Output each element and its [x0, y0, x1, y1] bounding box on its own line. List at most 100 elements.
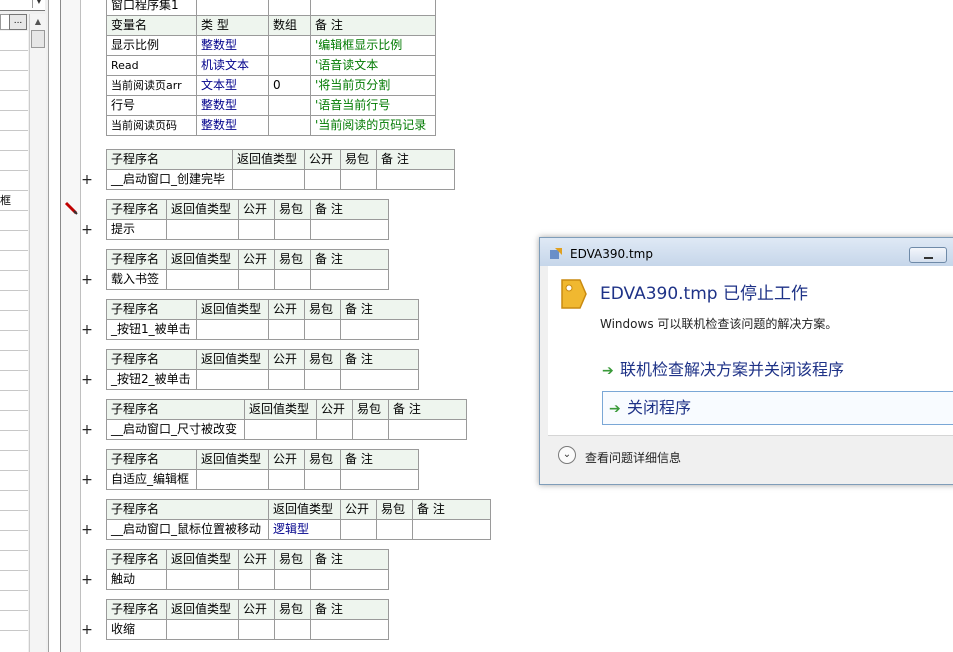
property-row[interactable]: [0, 551, 28, 571]
var-comment[interactable]: '语音读文本: [310, 55, 436, 76]
subroutine-return-type[interactable]: 逻辑型: [268, 519, 341, 540]
property-row[interactable]: [0, 431, 28, 451]
property-row[interactable]: [0, 411, 28, 431]
subroutine-comment[interactable]: [310, 569, 389, 590]
subroutine-easy[interactable]: [274, 569, 311, 590]
minimize-button[interactable]: [909, 247, 947, 263]
property-row[interactable]: [0, 591, 28, 611]
subroutine-name[interactable]: 提示: [106, 219, 167, 240]
subroutine-comment[interactable]: [340, 469, 419, 490]
subroutine-comment[interactable]: [310, 219, 389, 240]
property-row[interactable]: [0, 51, 28, 71]
property-row[interactable]: [0, 451, 28, 471]
var-type[interactable]: 整数型: [196, 95, 269, 116]
table-row[interactable]: __启动窗口_鼠标位置被移动 逻辑型: [106, 519, 491, 540]
subroutine-easy[interactable]: [304, 319, 341, 340]
subroutine-return-type[interactable]: [244, 419, 317, 440]
subroutine-easy[interactable]: [376, 519, 413, 540]
check-online-option[interactable]: ➔ 联机检查解决方案并关闭该程序: [602, 356, 844, 380]
scroll-up-icon[interactable]: ▲: [30, 14, 46, 30]
property-list[interactable]: 框: [0, 31, 28, 652]
subroutine-name[interactable]: 触动: [106, 569, 167, 590]
var-name[interactable]: 当前阅读页arr: [106, 75, 197, 96]
property-row[interactable]: [0, 511, 28, 531]
expand-plus-icon[interactable]: +: [80, 173, 94, 187]
subroutine-public[interactable]: [268, 319, 305, 340]
subroutine-easy[interactable]: [274, 619, 311, 640]
subroutine-easy[interactable]: [274, 219, 311, 240]
subroutine-return-type[interactable]: [232, 169, 305, 190]
var-array[interactable]: [268, 95, 311, 116]
property-row[interactable]: [0, 91, 28, 111]
var-comment[interactable]: '当前阅读的页码记录: [310, 115, 436, 136]
table-row[interactable]: _按钮1_被单击: [106, 319, 419, 340]
subroutine-public[interactable]: [340, 519, 377, 540]
property-row[interactable]: [0, 131, 28, 151]
subroutine-return-type[interactable]: [196, 319, 269, 340]
var-type[interactable]: 整数型: [196, 35, 269, 56]
table-row[interactable]: __启动窗口_尺寸被改变: [106, 419, 467, 440]
subroutine-comment[interactable]: [310, 269, 389, 290]
property-row[interactable]: [0, 371, 28, 391]
property-row[interactable]: [0, 311, 28, 331]
subroutine-public[interactable]: [304, 169, 341, 190]
table-row[interactable]: 行号 整数型 '语音当前行号: [106, 95, 436, 116]
var-array[interactable]: [268, 55, 311, 76]
subroutine-easy[interactable]: [340, 169, 377, 190]
subroutine-return-type[interactable]: [196, 369, 269, 390]
subroutine-return-type[interactable]: [166, 569, 239, 590]
expand-plus-icon[interactable]: +: [80, 523, 94, 537]
subroutine-return-type[interactable]: [166, 219, 239, 240]
chevron-down-icon[interactable]: ⌄: [558, 446, 576, 464]
property-row[interactable]: [0, 531, 28, 551]
var-type[interactable]: 文本型: [196, 75, 269, 96]
subroutine-public[interactable]: [238, 269, 275, 290]
subroutine-comment[interactable]: [376, 169, 455, 190]
property-row[interactable]: [0, 391, 28, 411]
subroutine-name[interactable]: 载入书签: [106, 269, 167, 290]
chevron-down-icon[interactable]: ▼: [32, 0, 45, 8]
subroutine-public[interactable]: [238, 219, 275, 240]
subroutine-easy[interactable]: [352, 419, 389, 440]
subroutine-easy[interactable]: [274, 269, 311, 290]
table-row[interactable]: 触动: [106, 569, 389, 590]
property-row[interactable]: [0, 291, 28, 311]
expand-plus-icon[interactable]: +: [80, 473, 94, 487]
expand-plus-icon[interactable]: +: [80, 373, 94, 387]
subroutine-public[interactable]: [268, 369, 305, 390]
subroutine-easy[interactable]: [304, 469, 341, 490]
subroutine-name[interactable]: _按钮1_被单击: [106, 319, 197, 340]
subroutine-name[interactable]: __启动窗口_鼠标位置被移动: [106, 519, 269, 540]
subroutine-return-type[interactable]: [196, 469, 269, 490]
table-row[interactable]: 提示: [106, 219, 389, 240]
subroutine-comment[interactable]: [388, 419, 467, 440]
expand-plus-icon[interactable]: +: [80, 223, 94, 237]
subroutine-comment[interactable]: [340, 319, 419, 340]
property-combo[interactable]: ▼: [0, 0, 45, 11]
var-comment[interactable]: '编辑框显示比例: [310, 35, 436, 56]
expand-plus-icon[interactable]: +: [80, 273, 94, 287]
subroutine-name[interactable]: _按钮2_被单击: [106, 369, 197, 390]
close-program-option[interactable]: ➔ 关闭程序: [602, 391, 953, 425]
property-row[interactable]: [0, 171, 28, 191]
property-row[interactable]: [0, 71, 28, 91]
property-row[interactable]: [0, 611, 28, 631]
table-row[interactable]: _按钮2_被单击: [106, 369, 419, 390]
property-row[interactable]: [0, 111, 28, 131]
expand-plus-icon[interactable]: +: [80, 623, 94, 637]
var-array[interactable]: 0: [268, 75, 311, 96]
property-row[interactable]: [0, 331, 28, 351]
subroutine-easy[interactable]: [304, 369, 341, 390]
subroutine-comment[interactable]: [310, 619, 389, 640]
var-array[interactable]: [268, 115, 311, 136]
subroutine-public[interactable]: [238, 569, 275, 590]
var-name[interactable]: 当前阅读页码: [106, 115, 197, 136]
dialog-titlebar[interactable]: EDVA390.tmp: [540, 238, 953, 266]
subroutine-name[interactable]: 收缩: [106, 619, 167, 640]
subroutine-public[interactable]: [238, 619, 275, 640]
subroutine-name[interactable]: __启动窗口_创建完毕: [106, 169, 233, 190]
subroutine-public[interactable]: [316, 419, 353, 440]
subroutine-public[interactable]: [268, 469, 305, 490]
ellipsis-button[interactable]: ...: [9, 14, 27, 30]
subroutine-return-type[interactable]: [166, 619, 239, 640]
